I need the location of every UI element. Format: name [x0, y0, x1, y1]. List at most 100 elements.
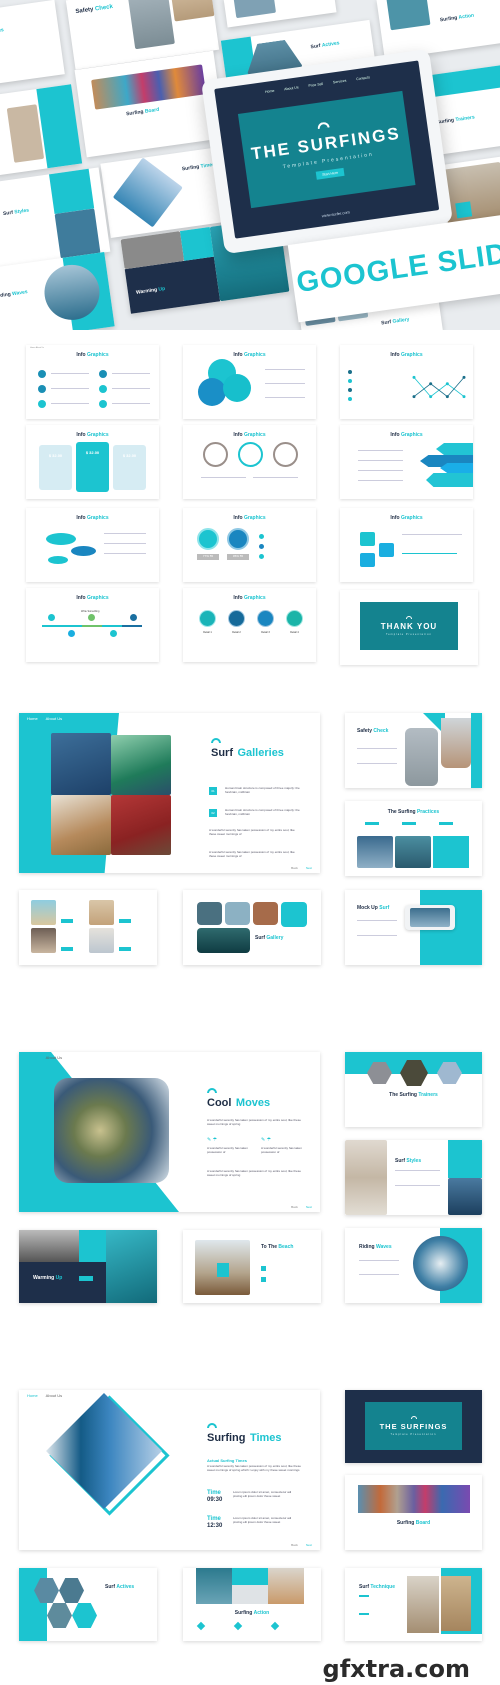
- diamond-icon: [233, 1621, 243, 1631]
- infographic-slide-timeline[interactable]: Info Graphics Write Something: [26, 588, 159, 662]
- accent-card: [433, 836, 469, 868]
- column-text: A wonderful serenity has taken possessio…: [207, 1146, 248, 1154]
- nav-about[interactable]: About Us: [46, 1393, 62, 1398]
- timeline-bar: [42, 625, 142, 627]
- bullet: [259, 544, 264, 549]
- next-link[interactable]: Next: [306, 1543, 312, 1547]
- series-b-line: [413, 377, 465, 398]
- surfing-practices-slide[interactable]: The Surfing Practices: [345, 801, 482, 876]
- tag-button[interactable]: [61, 919, 73, 923]
- slide-nav: Home About Us: [27, 1055, 70, 1060]
- tag-button[interactable]: [79, 1276, 93, 1281]
- safety-check-slide[interactable]: Safety Check: [345, 713, 482, 788]
- infographic-slide-icons[interactable]: Home About Us Info Graphics: [26, 345, 159, 419]
- photo: [19, 1230, 79, 1262]
- timeline-node: [130, 614, 137, 621]
- slide-heading: Surf Gallery: [255, 935, 284, 941]
- bullet: [348, 397, 352, 401]
- text-line: [51, 388, 89, 389]
- mock-up-surf-slide[interactable]: Mock Up Surf: [345, 890, 482, 965]
- infographic-slide-boxes[interactable]: Info Graphics: [340, 508, 473, 582]
- riding-waves-slide[interactable]: Riding Waves: [345, 1228, 482, 1303]
- surfing-trainers-slide[interactable]: The Surfing Trainers: [345, 1052, 482, 1127]
- nav-item[interactable]: Contacts: [356, 75, 370, 81]
- icon-box: [360, 532, 375, 546]
- photo: [31, 900, 56, 925]
- bg-slide-title: Moves: [0, 27, 5, 36]
- surf-actives-slide[interactable]: Surf Actives: [19, 1568, 157, 1641]
- text-line: [265, 383, 305, 384]
- tag-button[interactable]: [119, 919, 131, 923]
- tag-button[interactable]: [61, 947, 73, 951]
- icon-circle: [99, 400, 107, 408]
- nav-item[interactable]: Home: [265, 89, 275, 94]
- photo: [253, 902, 278, 925]
- arrow-shape: [436, 443, 473, 455]
- nav-home[interactable]: Home: [27, 1055, 38, 1060]
- venn-circle: [198, 378, 226, 406]
- infographic-slide-arrows[interactable]: Info Graphics: [340, 425, 473, 499]
- slide-title: Info Graphics: [390, 432, 423, 438]
- slide-heading: Surfing Board: [396, 1520, 431, 1526]
- surf-styles-slide[interactable]: Surf Styles: [345, 1140, 482, 1215]
- title-slide-thumbnail[interactable]: THE SURFINGS Template Presentation: [345, 1390, 482, 1463]
- nav-home[interactable]: Home: [27, 716, 38, 721]
- wave-logo-icon: [316, 120, 330, 129]
- beach-grid-slide[interactable]: [19, 890, 157, 965]
- surf-gallery-slide[interactable]: Surf Gallery: [183, 890, 321, 965]
- photo: [197, 902, 222, 925]
- next-link[interactable]: Next: [306, 1205, 312, 1209]
- back-link[interactable]: Back: [291, 866, 298, 870]
- infographic-slide-line-chart[interactable]: Info Graphics: [340, 345, 473, 419]
- thank-you-slide[interactable]: THANK YOU Template Presentation: [340, 590, 478, 665]
- infographic-slide-steps[interactable]: Info Graphics Detail 1 Detail 2 Detail 3…: [183, 588, 316, 662]
- photo: [441, 1576, 471, 1631]
- photo: [31, 928, 56, 953]
- price: $ 32.00: [48, 453, 63, 458]
- cool-moves-slide[interactable]: Home About Us Cool Moves A wonderful sere…: [19, 1052, 320, 1212]
- time-label: Time: [207, 1516, 221, 1522]
- infographic-slide-venn[interactable]: Info Graphics: [183, 345, 316, 419]
- bg-slide-title: Surf Gallery: [380, 316, 410, 327]
- bg-slide-surfing-board: Surfing Board: [74, 50, 226, 158]
- surf-galleries-slide[interactable]: Home About Us Surf Galleries 01 Human bra…: [19, 713, 320, 873]
- infographic-slide-pricing[interactable]: Info Graphics $ 32.00 $ 32.00 $ 32.00: [26, 425, 159, 499]
- surfing-times-slide[interactable]: Home About Us Surfing Times Actual Surfin…: [19, 1390, 320, 1550]
- surfing-board-slide[interactable]: Surfing Board: [345, 1475, 482, 1550]
- slide-title: Info Graphics: [76, 432, 109, 438]
- slide-heading: Warming Up: [33, 1275, 63, 1281]
- next-link[interactable]: Next: [306, 866, 312, 870]
- thank-you-title: THANK YOU: [380, 622, 438, 631]
- nav-item[interactable]: Services: [333, 79, 347, 85]
- watermark: gfxtra.com: [322, 1655, 470, 1683]
- infographic-slide-cylinders[interactable]: Info Graphics: [26, 508, 159, 582]
- nav-home[interactable]: Home: [27, 1393, 38, 1398]
- warming-up-slide[interactable]: Warming Up: [19, 1230, 157, 1303]
- pricing-card-featured[interactable]: $ 32.00: [76, 442, 109, 492]
- tag-button[interactable]: [119, 947, 131, 951]
- back-link[interactable]: Back: [291, 1205, 298, 1209]
- nav-item[interactable]: Price Sell: [308, 82, 323, 88]
- slide-footer-nav: Back Next: [283, 1205, 312, 1209]
- surf-technique-slide[interactable]: Surf Technique: [345, 1568, 482, 1641]
- pricing-card[interactable]: $ 32.00: [113, 445, 146, 490]
- text-line: [357, 763, 397, 764]
- infographic-slide-progress[interactable]: Info Graphics 77% 55 95% 55: [183, 508, 316, 582]
- infographic-slide-rings[interactable]: Info Graphics: [183, 425, 316, 499]
- nav-about[interactable]: About Us: [46, 1055, 62, 1060]
- slide-heading: Surf Technique: [359, 1584, 396, 1590]
- bg-slide-surfing-times: Surfing Times: [100, 147, 230, 238]
- back-link[interactable]: Back: [291, 1543, 298, 1547]
- item-text: Human brain structure is composed of thr…: [225, 808, 300, 816]
- nav-item[interactable]: About Us: [284, 85, 299, 91]
- photo: [357, 836, 393, 868]
- number-badge: 02: [209, 809, 217, 817]
- start-button[interactable]: Start Here: [315, 167, 345, 180]
- step-label: Detail 3: [261, 631, 270, 634]
- to-the-beach-slide[interactable]: To The Beach: [183, 1230, 321, 1303]
- pricing-card[interactable]: $ 32.00: [39, 445, 72, 490]
- photo: [232, 1585, 268, 1604]
- surfing-action-slide[interactable]: Surfing Action: [183, 1568, 321, 1641]
- tag: [439, 822, 453, 825]
- nav-about[interactable]: About Us: [46, 716, 62, 721]
